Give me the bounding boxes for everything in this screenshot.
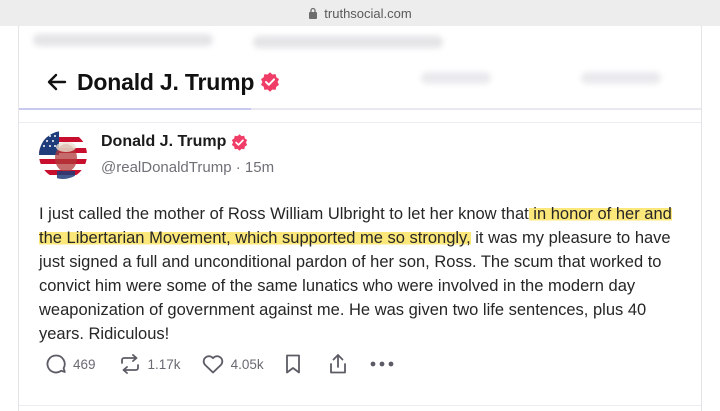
post-time[interactable]: 15m: [245, 159, 274, 176]
author-name[interactable]: Donald J. Trump: [101, 133, 248, 151]
blurred-tab: [421, 72, 491, 84]
author-name-text: Donald J. Trump: [101, 133, 227, 150]
active-tab-indicator: [19, 108, 251, 110]
like-count: 4.05k: [230, 356, 264, 372]
back-button[interactable]: [39, 64, 75, 100]
avatar[interactable]: [39, 131, 87, 179]
blurred-tab: [581, 72, 661, 84]
url-text: truthsocial.com: [324, 5, 412, 21]
bookmark-button[interactable]: [284, 353, 302, 375]
blurred-banner: [33, 32, 453, 50]
browser-url-bar[interactable]: truthsocial.com: [0, 0, 720, 26]
page-frame: Donald J. Trump Donald J. Trump @realDon…: [18, 26, 702, 411]
post-text-before: I just called the mother of Ross William…: [39, 205, 529, 223]
reply-count: 469: [73, 356, 96, 372]
post-actions: 469 1.17k 4.05k: [45, 353, 394, 375]
share-icon: [329, 354, 346, 374]
reply-button[interactable]: 469: [45, 353, 96, 375]
author-handle[interactable]: @realDonaldTrump: [101, 159, 232, 176]
back-arrow-icon: [47, 73, 67, 91]
post-divider: [19, 405, 701, 406]
like-icon: [202, 355, 223, 374]
lock-icon: [309, 7, 318, 19]
more-icon: [370, 361, 393, 367]
meta-separator: ·: [235, 159, 241, 176]
post-card[interactable]: Donald J. Trump @realDonaldTrump · 15m I…: [19, 122, 701, 411]
verified-badge-icon: [231, 133, 248, 151]
profile-header: Donald J. Trump: [19, 56, 701, 108]
post-body: I just called the mother of Ross William…: [39, 202, 689, 346]
page-title: Donald J. Trump: [77, 68, 255, 95]
retruth-icon: [120, 354, 139, 374]
share-button[interactable]: [328, 353, 348, 375]
bookmark-icon: [285, 354, 300, 374]
retruth-count: 1.17k: [147, 356, 181, 372]
like-button[interactable]: 4.05k: [201, 353, 264, 375]
verified-badge-icon: [260, 72, 280, 92]
retruth-button[interactable]: 1.17k: [118, 353, 181, 375]
more-options-button[interactable]: [370, 360, 394, 368]
author-meta: @realDonaldTrump · 15m: [101, 159, 274, 176]
reply-icon: [46, 354, 66, 374]
